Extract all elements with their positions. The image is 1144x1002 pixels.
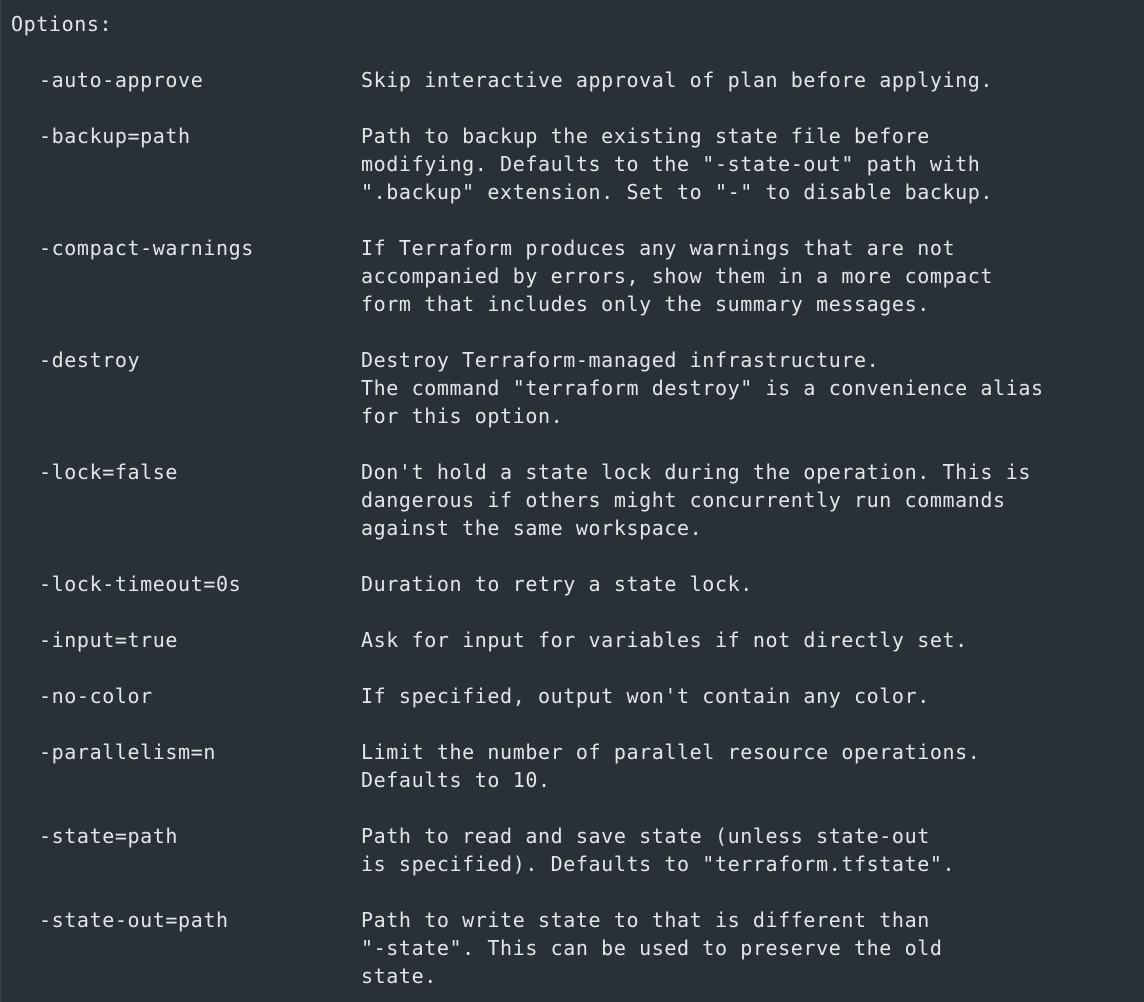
option-row: -lock-timeout=0s Duration to retry a stat…: [11, 570, 1144, 598]
option-flag: -destroy: [39, 348, 141, 372]
option-flag: -lock=false: [39, 460, 179, 484]
option-description-line: form that includes only the summary mess…: [361, 292, 930, 316]
option-flag: -compact-warnings: [39, 236, 254, 260]
option-description: Duration to retry a state lock.: [361, 570, 1144, 598]
option-description-line: Limit the number of parallel resource op…: [361, 740, 981, 764]
option-description-line: against the same workspace.: [361, 516, 703, 540]
option-description-line: dangerous if others might concurrently r…: [361, 488, 1006, 512]
option-description: Path to read and save state (unless stat…: [361, 822, 1144, 878]
option-flag: -state-out=path: [39, 908, 229, 932]
options-list: -auto-approve Skip interactive approval o…: [11, 66, 1144, 990]
option-description: If specified, output won't contain any c…: [361, 682, 1144, 710]
option-description: Path to write state to that is different…: [361, 906, 1144, 990]
option-description-line: Don't hold a state lock during the opera…: [361, 460, 1031, 484]
option-description-line: Ask for input for variables if not direc…: [361, 628, 968, 652]
option-description-line: "-state". This can be used to preserve t…: [361, 936, 943, 960]
option-description: Limit the number of parallel resource op…: [361, 738, 1144, 794]
option-flag: -auto-approve: [39, 68, 204, 92]
option-description-line: Skip interactive approval of plan before…: [361, 68, 994, 92]
option-description-line: Path to write state to that is different…: [361, 908, 930, 932]
option-flag: -lock-timeout=0s: [39, 572, 242, 596]
option-description-line: accompanied by errors, show them in a mo…: [361, 264, 994, 288]
options-heading: Options:: [11, 12, 113, 36]
option-description: If Terraform produces any warnings that …: [361, 234, 1144, 318]
option-flag: -backup=path: [39, 124, 191, 148]
option-row: -parallelism=n Limit the number of parall…: [11, 738, 1144, 794]
option-flag: -state=path: [39, 824, 179, 848]
option-flag: -input=true: [39, 628, 179, 652]
option-description: Destroy Terraform-managed infrastructure…: [361, 346, 1144, 430]
option-description-line: for this option.: [361, 404, 564, 428]
option-row: -auto-approve Skip interactive approval o…: [11, 66, 1144, 94]
option-row: -lock=false Don't hold a state lock durin…: [11, 458, 1144, 542]
option-description-line: state.: [361, 964, 437, 988]
option-row: -input=true Ask for input for variables i…: [11, 626, 1144, 654]
option-description: Skip interactive approval of plan before…: [361, 66, 1144, 94]
option-description-line: If Terraform produces any warnings that …: [361, 236, 956, 260]
option-description: Ask for input for variables if not direc…: [361, 626, 1144, 654]
option-description-line: modifying. Defaults to the "-state-out" …: [361, 152, 981, 176]
option-description-line: Duration to retry a state lock.: [361, 572, 753, 596]
option-flag: -no-color: [39, 684, 153, 708]
option-row: -state-out=path Path to write state to th…: [11, 906, 1144, 990]
option-row: -state=path Path to read and save state (…: [11, 822, 1144, 878]
option-description-line: ".backup" extension. Set to "-" to disab…: [361, 180, 994, 204]
option-row: -destroy Destroy Terraform-managed infras…: [11, 346, 1144, 430]
option-row: -compact-warnings If Terraform produces a…: [11, 234, 1144, 318]
option-description-line: Path to read and save state (unless stat…: [361, 824, 930, 848]
option-description: Path to backup the existing state file b…: [361, 122, 1144, 206]
option-flag: -parallelism=n: [39, 740, 216, 764]
option-row: -no-color If specified, output won't cont…: [11, 682, 1144, 710]
option-description: Don't hold a state lock during the opera…: [361, 458, 1144, 542]
option-description-line: Defaults to 10.: [361, 768, 551, 792]
option-description-line: Path to backup the existing state file b…: [361, 124, 930, 148]
option-description-line: If specified, output won't contain any c…: [361, 684, 930, 708]
option-description-line: is specified). Defaults to "terraform.tf…: [361, 852, 956, 876]
terminal-output[interactable]: Options: -auto-approve Skip interactive a…: [0, 0, 1144, 1002]
option-row: -backup=path Path to backup the existing …: [11, 122, 1144, 206]
option-description-line: The command "terraform destroy" is a con…: [361, 376, 1044, 400]
option-description-line: Destroy Terraform-managed infrastructure…: [361, 348, 880, 372]
